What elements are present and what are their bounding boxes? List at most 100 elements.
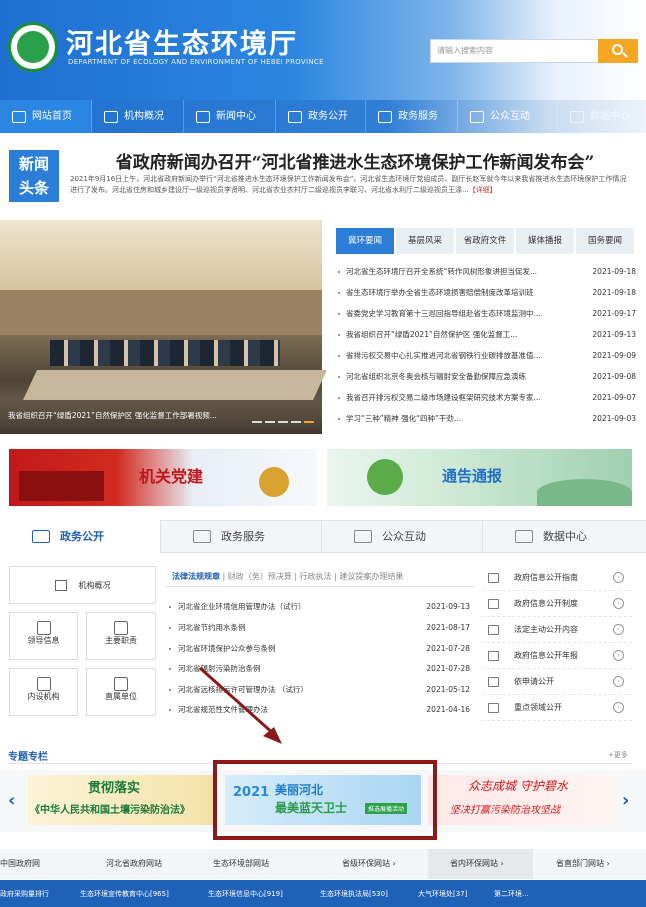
law-item[interactable]: 河北省环境保护公众参与条例 2021-07-28 [166, 639, 472, 659]
tab-hebei-news[interactable]: 冀环要闻 [336, 228, 394, 254]
news-item[interactable]: 河北省组织北京冬奥会核与辐射安全备勤保障应急演练 2021-09-08 [336, 367, 636, 387]
news-item[interactable]: 我省组织召开“绿盾2021”自然保护区 强化监督工... 2021-09-13 [336, 325, 636, 345]
carousel-dot[interactable] [278, 421, 288, 423]
highlight-box [213, 760, 437, 840]
org-overview-button[interactable]: 机构概况 [9, 566, 156, 604]
doc-icon [488, 651, 499, 661]
doc-icon [488, 677, 499, 687]
search-input[interactable]: 请输入搜索内容 [430, 39, 600, 63]
nav-interaction[interactable]: 公众互动 [458, 100, 558, 133]
disclosure-guide-link[interactable]: 政府信息公开指南 › [482, 565, 632, 591]
footer-item[interactable]: 生态环境信息中心[919] [208, 889, 283, 899]
tab-public-interaction[interactable]: 公众互动 [322, 520, 483, 553]
news-item[interactable]: 省排污权交易中心扎实推进河北省钢铁行业碳排放基准值... 2021-09-09 [336, 346, 636, 366]
link-china-gov[interactable]: 中国政府网 [0, 849, 90, 879]
nav-news[interactable]: 新闻中心 [184, 100, 276, 133]
internal-org-button[interactable]: 内设机构 [9, 668, 78, 716]
divider [166, 586, 474, 587]
nav-data[interactable]: 数据中心 [558, 100, 646, 133]
building-icon [114, 621, 128, 635]
news-item[interactable]: 学习“三种”精神 强化“四种”干劲... 2021-09-03 [336, 409, 636, 429]
mid-tabs: 法律法规规章 | 财政（务）预决算 | 行政执法 | 建议提案办理结果 [172, 572, 404, 581]
link-hebei-gov[interactable]: 河北省政府网站 [106, 849, 206, 879]
service-icon [193, 530, 211, 543]
footer-item[interactable]: 大气环境处[37] [418, 889, 467, 899]
tiananmen-graphic [19, 471, 104, 501]
news-item[interactable]: 我省召开排污权交易二级市场建设框架研究技术方案专家... 2021-09-07 [336, 388, 636, 408]
doc-icon [488, 703, 499, 713]
law-item[interactable]: 河北省企业环境信用管理办法（试行） 2021-09-13 [166, 597, 472, 617]
law-item[interactable]: 河北省规范性文件管理办法 2021-04-16 [166, 700, 472, 720]
request-disclosure-link[interactable]: 依申请公开 › [482, 669, 632, 695]
notice-banner[interactable]: 通告通报 [327, 449, 632, 506]
link-provincial-env[interactable]: 省级环保网站 › [342, 849, 422, 879]
carousel-dot[interactable] [252, 421, 262, 423]
doc-icon [488, 573, 499, 583]
news-item[interactable]: 省委党史学习教育第十三巡回指导组赴省生态环境监测中... 2021-09-17 [336, 304, 636, 324]
active-disclosure-link[interactable]: 法定主动公开内容 › [482, 617, 632, 643]
home-icon [12, 110, 26, 123]
site-title[interactable]: 河北省生态环境厅 [66, 22, 298, 61]
tab-data-center[interactable]: 数据中心 [483, 520, 644, 553]
party-building-banner[interactable]: 机关党建 [9, 449, 317, 506]
tab-grassroots[interactable]: 基层风采 [396, 228, 454, 254]
carousel-dot[interactable] [265, 421, 275, 423]
doc-icon [488, 599, 499, 609]
disclosure-rules-link[interactable]: 政府信息公开制度 › [482, 591, 632, 617]
search-button[interactable] [598, 39, 638, 63]
province-emblem-logo[interactable] [8, 22, 58, 72]
news-item[interactable]: 省生态环境厅举办全省生态环境损害赔偿制度改革培训班 2021-09-18 [336, 283, 636, 303]
headline-title[interactable]: 省政府新闻办召开“河北省推进水生态环境保护工作新闻发布会” [70, 148, 640, 173]
nav-service[interactable]: 政务服务 [366, 100, 458, 133]
nav-home[interactable]: 网站首页 [0, 100, 92, 133]
link-provincial-depts[interactable]: 省直部门网站 › [556, 849, 646, 879]
data-icon [515, 530, 533, 543]
leader-info-button[interactable]: 领导信息 [9, 612, 78, 660]
carousel-dot[interactable] [291, 421, 301, 423]
footer-item[interactable]: 生态环境宣传教育中心[965] [80, 889, 169, 899]
tab-other[interactable]: 财政（务）预决算 | 行政执法 | 建议提案办理结果 [228, 572, 404, 581]
pollution-battle-banner[interactable]: 众志成城 守护碧水 坚决打赢污染防治攻坚战 [428, 775, 614, 825]
arrow-right-icon: › [613, 598, 624, 609]
affiliated-units-button[interactable]: 直属单位 [86, 668, 156, 716]
special-more-link[interactable]: +更多 [608, 750, 628, 760]
arrow-right-icon: › [613, 676, 624, 687]
footer-item[interactable]: 生态环境执法局[530] [320, 889, 388, 899]
tab-gov-docs[interactable]: 省政府文件 [456, 228, 514, 254]
link-mee[interactable]: 生态环境部网站 [213, 849, 313, 879]
tab-laws[interactable]: 法律法规规章 [172, 572, 220, 581]
arrow-right-icon: › [613, 624, 624, 635]
headline-badge: 新闻 头条 [9, 150, 59, 202]
law-item[interactable]: 河北省辐射污染防治条例 2021-07-28 [166, 659, 472, 679]
law-item[interactable]: 河北省远核排污许可管理办法 （试行） 2021-05-12 [166, 680, 472, 700]
service-icon [378, 110, 392, 123]
soil-law-banner[interactable]: 贯彻落实 《中华人民共和国土壤污染防治法》 [28, 775, 214, 825]
law-item[interactable]: 河北省节约用水条例 2021-08-17 [166, 618, 472, 638]
tab-media[interactable]: 媒体播报 [516, 228, 574, 254]
carousel-prev-button[interactable]: ‹ [8, 790, 15, 811]
carousel-caption[interactable]: 我省组织召开“绿盾2021”自然保护区 强化监督工作部署视频... [0, 398, 322, 434]
footer-item[interactable]: 第二环境... [494, 889, 529, 899]
key-areas-link[interactable]: 重点领域公开 › [482, 695, 632, 721]
link-in-province-env[interactable]: 省内环保网站 › [428, 849, 533, 879]
carousel-dot-active[interactable] [304, 421, 314, 423]
tab-gov-service[interactable]: 政务服务 [161, 520, 322, 553]
chat-icon [470, 110, 484, 123]
tab-gov-affairs[interactable]: 政务公开 [0, 520, 161, 553]
nav-org[interactable]: 机构概况 [92, 100, 184, 133]
arrow-right-icon: › [613, 650, 624, 661]
annual-report-link[interactable]: 政府信息公开年报 › [482, 643, 632, 669]
headline-more-link[interactable]: 【详细】 [469, 186, 497, 194]
news-item[interactable]: 河北省生态环境厅召开全系统“转作风树形象讲担当促发... 2021-09-18 [336, 262, 636, 282]
nav-affairs[interactable]: 政务公开 [276, 100, 366, 133]
arrow-right-icon: › [613, 572, 624, 583]
doc-icon [488, 625, 499, 635]
people-icon [36, 621, 51, 635]
doc-icon [36, 677, 51, 691]
carousel-next-button[interactable]: › [622, 790, 629, 811]
footer-item[interactable]: 政府采购量排行 [0, 889, 49, 899]
tab-state-news[interactable]: 国务要闻 [576, 228, 634, 254]
special-column-title: 专题专栏 [8, 752, 48, 763]
chat-icon [354, 530, 372, 543]
main-duties-button[interactable]: 主要职责 [86, 612, 156, 660]
